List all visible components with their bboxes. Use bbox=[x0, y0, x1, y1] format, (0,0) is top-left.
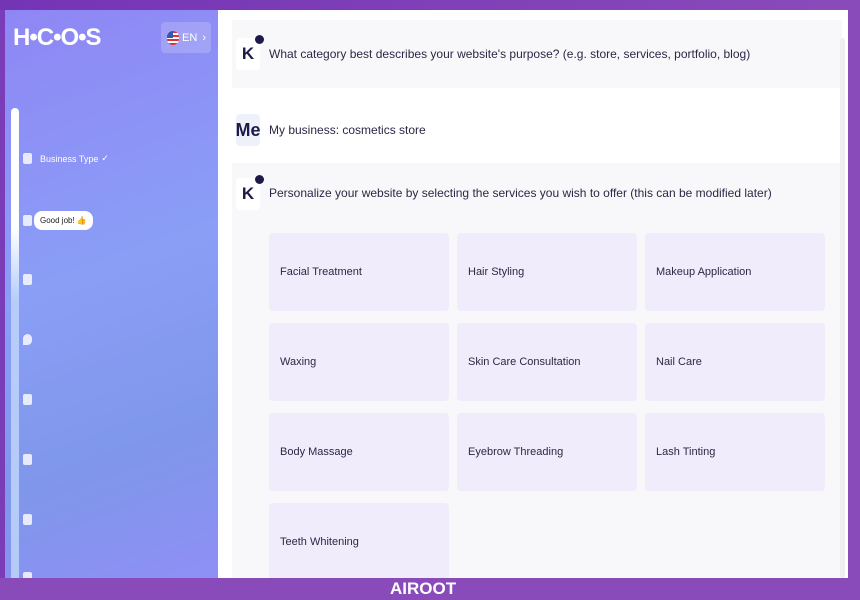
service-option[interactable]: Nail Care bbox=[645, 323, 825, 401]
service-option[interactable]: Lash Tinting bbox=[645, 413, 825, 491]
bot-message: K What category best describes your webs… bbox=[232, 20, 842, 88]
step-label: Business Type bbox=[40, 153, 99, 164]
step-4[interactable] bbox=[23, 334, 32, 345]
services-grid: Facial Treatment Hair Styling Makeup App… bbox=[269, 233, 825, 578]
service-option[interactable]: Makeup Application bbox=[645, 233, 825, 311]
location-icon bbox=[23, 334, 32, 345]
us-flag-icon bbox=[167, 30, 179, 45]
bot-avatar: K bbox=[236, 175, 264, 210]
question-text: What category best describes your websit… bbox=[269, 47, 751, 61]
service-option[interactable]: Hair Styling bbox=[457, 233, 637, 311]
list-icon bbox=[23, 215, 32, 226]
bot-avatar: K bbox=[236, 35, 264, 70]
question-text: Personalize your website by selecting th… bbox=[269, 186, 772, 200]
service-option[interactable]: Body Massage bbox=[269, 413, 449, 491]
progress-track bbox=[11, 108, 19, 588]
language-label: EN bbox=[182, 31, 198, 44]
watermark: AIROOT bbox=[390, 579, 457, 598]
check-icon: ✓ bbox=[101, 153, 109, 163]
service-option[interactable]: Waxing bbox=[269, 323, 449, 401]
service-option[interactable]: Teeth Whitening bbox=[269, 503, 449, 578]
bot-message-services: K Personalize your website by selecting … bbox=[232, 163, 842, 578]
user-message: Me My business: cosmetics store bbox=[232, 100, 842, 160]
service-option[interactable]: Eyebrow Threading bbox=[457, 413, 637, 491]
clipboard-icon bbox=[23, 153, 32, 164]
answer-text: My business: cosmetics store bbox=[269, 123, 426, 137]
ai-badge-icon bbox=[255, 35, 264, 44]
step-7[interactable] bbox=[23, 514, 32, 525]
heart-icon bbox=[23, 454, 32, 465]
mail-icon bbox=[23, 514, 32, 525]
user-avatar: Me bbox=[236, 114, 261, 146]
watermark-bar: AIROOT bbox=[0, 578, 860, 600]
good-job-bubble: Good job! 👍 bbox=[34, 211, 93, 230]
grid-icon bbox=[23, 274, 32, 285]
step-business-type[interactable]: Business Type ✓ bbox=[23, 153, 109, 164]
chevron-right-icon: › bbox=[202, 31, 206, 44]
language-selector[interactable]: EN › bbox=[161, 22, 211, 53]
step-3[interactable] bbox=[23, 274, 32, 285]
step-6[interactable] bbox=[23, 454, 32, 465]
logo: H•C•O•S bbox=[13, 24, 102, 51]
sidebar: H•C•O•S EN › Business Type ✓ Good job! 👍 bbox=[5, 10, 218, 588]
ai-badge-icon bbox=[255, 175, 264, 184]
frame-right bbox=[848, 10, 860, 580]
step-5[interactable] bbox=[23, 394, 32, 405]
service-option[interactable]: Facial Treatment bbox=[269, 233, 449, 311]
service-option[interactable]: Skin Care Consultation bbox=[457, 323, 637, 401]
tag-icon bbox=[23, 394, 32, 405]
scrollbar[interactable] bbox=[840, 38, 845, 578]
chat-panel: K What category best describes your webs… bbox=[218, 10, 848, 578]
frame-top bbox=[0, 0, 860, 10]
step-services[interactable] bbox=[23, 215, 32, 226]
